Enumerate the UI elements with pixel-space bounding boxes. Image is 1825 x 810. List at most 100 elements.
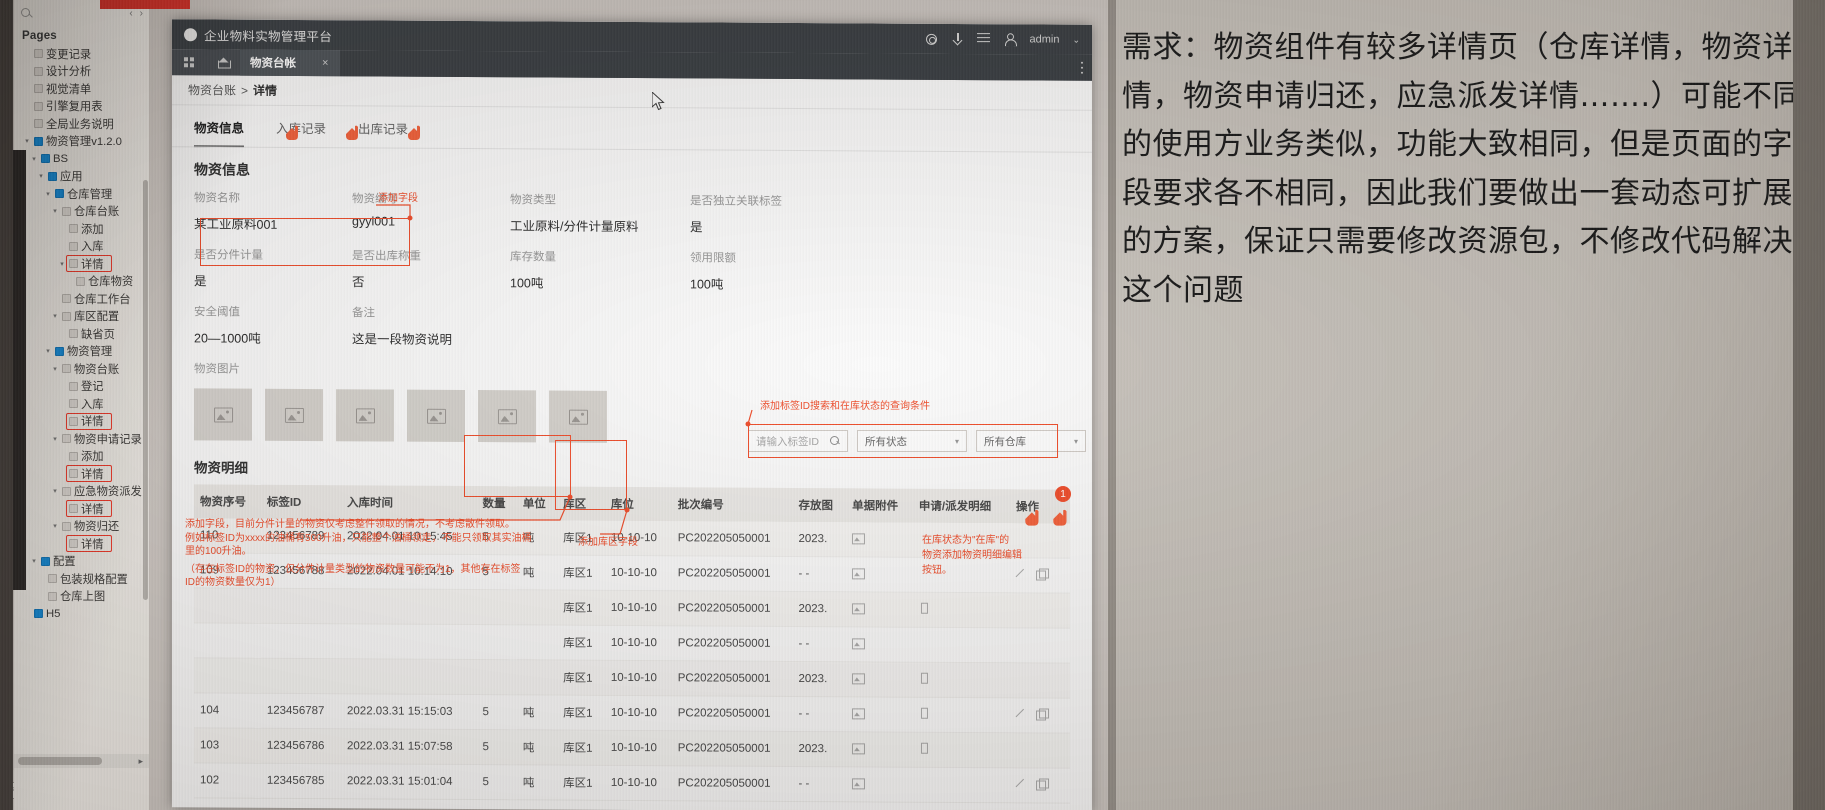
- image-icon[interactable]: [852, 672, 863, 683]
- sidebar-item-24[interactable]: 详情: [16, 465, 147, 483]
- cell-doc[interactable]: [846, 556, 913, 593]
- chevron-down-icon[interactable]: ▾: [51, 207, 59, 215]
- sidebar-collapse-controls[interactable]: ‹ ›: [129, 8, 143, 19]
- cell-apply[interactable]: [912, 592, 1010, 628]
- sidebar-item-16[interactable]: 缺省页: [16, 325, 147, 343]
- cell-apply[interactable]: [912, 732, 1010, 768]
- sidebar-item-7[interactable]: ▾ 应用: [16, 168, 147, 186]
- chevron-down-icon[interactable]: ▾: [30, 557, 38, 565]
- copy-icon[interactable]: [1036, 778, 1047, 789]
- tag-id-search-input[interactable]: 请输入标签ID: [748, 430, 848, 452]
- sidebar-item-17[interactable]: ▾ 物资管理: [16, 343, 147, 361]
- breadcrumb-parent[interactable]: 物资台账: [188, 81, 236, 98]
- sidebar-item-18[interactable]: ▾ 物资台账: [16, 360, 147, 378]
- sidebar-item-0[interactable]: 变更记录: [16, 45, 147, 63]
- cell-doc[interactable]: [846, 766, 913, 803]
- close-icon[interactable]: ×: [322, 57, 328, 69]
- sidebar-item-28[interactable]: 详情: [16, 535, 147, 553]
- sidebar-item-1[interactable]: 设计分析: [16, 63, 147, 81]
- prototype-app-window[interactable]: 企业物料实物管理平台 admin ⌄ 物资台帐 × 物资台账 > 详情 物资信息…: [172, 19, 1092, 810]
- chevron-left-icon[interactable]: ‹: [129, 8, 132, 19]
- chevron-down-icon[interactable]: ▾: [51, 487, 59, 495]
- cell-doc[interactable]: [846, 591, 913, 628]
- sidebar-item-27[interactable]: ▾ 物资归还: [16, 518, 147, 536]
- header-actions[interactable]: admin ⌄: [925, 32, 1080, 46]
- edit-icon[interactable]: [1016, 708, 1027, 719]
- chevron-down-icon[interactable]: ▾: [58, 260, 66, 268]
- cell-op[interactable]: [1009, 767, 1070, 804]
- table-row[interactable]: 103 123456786 2022.03.31 15:07:58 5 吨库区1 10-1…: [194, 727, 1070, 769]
- sidebar-item-6[interactable]: ▾ BS: [16, 150, 147, 168]
- tab-outbound-records[interactable]: 出库记录: [358, 118, 408, 148]
- file-icon[interactable]: [919, 673, 930, 684]
- user-icon[interactable]: [1003, 33, 1016, 46]
- file-icon[interactable]: [919, 603, 930, 614]
- status-select[interactable]: 所有状态 ▾: [857, 430, 967, 452]
- tab-material-ledger[interactable]: 物资台帐 ×: [240, 49, 341, 77]
- sidebar-item-25[interactable]: ▾ 应急物资派发: [16, 483, 147, 501]
- sidebar-item-31[interactable]: 仓库上图: [16, 588, 147, 606]
- image-icon[interactable]: [852, 742, 863, 753]
- sidebar-item-10[interactable]: 添加: [16, 220, 147, 238]
- chevron-down-icon[interactable]: ▾: [30, 155, 38, 163]
- chevron-right-icon-small[interactable]: ▸: [138, 756, 143, 767]
- sidebar-item-3[interactable]: 引擎复用表: [16, 98, 147, 116]
- sidebar-item-20[interactable]: 入库: [16, 395, 147, 413]
- chevron-down-icon[interactable]: ▾: [37, 172, 45, 180]
- image-icon[interactable]: [852, 777, 863, 788]
- warehouse-select[interactable]: 所有仓库 ▾: [976, 430, 1086, 452]
- menu-icon[interactable]: [977, 32, 991, 46]
- cell-doc[interactable]: [846, 661, 913, 698]
- file-icon[interactable]: [919, 743, 930, 754]
- search-icon[interactable]: [830, 436, 840, 446]
- sidebar-item-26[interactable]: 详情: [16, 500, 147, 518]
- more-options-icon[interactable]: [1080, 55, 1083, 81]
- table-row[interactable]: 库区1 10-10-10 PC202205050001- -: [194, 622, 1070, 664]
- sidebar-scrollbar[interactable]: [143, 180, 148, 600]
- sidebar-item-11[interactable]: 入库: [16, 238, 147, 256]
- sidebar-footer-bar[interactable]: ▸: [14, 754, 149, 768]
- sidebar-item-29[interactable]: ▾ 配置: [16, 553, 147, 571]
- chevron-down-icon[interactable]: ▾: [51, 312, 59, 320]
- download-icon[interactable]: [951, 32, 964, 45]
- image-icon[interactable]: [852, 532, 863, 543]
- table-row[interactable]: 库区1 10-10-10 PC202205050001 2023.: [194, 587, 1070, 629]
- cell-doc[interactable]: [846, 696, 913, 733]
- chevron-down-icon[interactable]: ▾: [51, 522, 59, 530]
- cell-apply[interactable]: [912, 697, 1010, 733]
- cell-doc[interactable]: [846, 626, 913, 663]
- table-row[interactable]: 库区1 10-10-10 PC202205050001 2023.: [194, 657, 1070, 699]
- table-row[interactable]: 102 123456785 2022.03.31 15:01:04 5 吨库区1 10-1…: [194, 762, 1070, 804]
- copy-icon[interactable]: [1036, 708, 1047, 719]
- pages-sidebar[interactable]: ‹ › Pages 变更记录 设计分析 视觉清单 引擎复用表 全局业务说明 ▾ 物资管理v1…: [14, 0, 149, 810]
- home-icon[interactable]: [206, 57, 240, 67]
- image-thumbnail[interactable]: [478, 390, 536, 443]
- file-icon[interactable]: [919, 708, 930, 719]
- image-thumbnail[interactable]: [336, 389, 394, 442]
- chevron-down-icon[interactable]: ▾: [44, 347, 52, 355]
- image-thumbnail[interactable]: [194, 388, 252, 441]
- apps-grid-icon[interactable]: [172, 57, 206, 68]
- sidebar-item-5[interactable]: ▾ 物资管理v1.2.0: [16, 133, 147, 151]
- sidebar-item-22[interactable]: ▾ 物资申请记录: [16, 430, 147, 448]
- chevron-down-icon[interactable]: ⌄: [1072, 34, 1080, 45]
- image-icon[interactable]: [852, 602, 863, 613]
- cell-apply[interactable]: [912, 662, 1010, 698]
- sidebar-item-13[interactable]: 仓库物资: [16, 273, 147, 291]
- sidebar-item-15[interactable]: ▾ 库区配置: [16, 308, 147, 326]
- image-thumbnail[interactable]: [407, 389, 465, 442]
- image-icon[interactable]: [852, 707, 863, 718]
- sidebar-item-9[interactable]: ▾ 仓库台账: [16, 203, 147, 221]
- page-tree[interactable]: 变更记录 设计分析 视觉清单 引擎复用表 全局业务说明 ▾ 物资管理v1.2.0 ▾ BS ▾ 应用…: [14, 45, 149, 623]
- sidebar-item-23[interactable]: 添加: [16, 448, 147, 466]
- search-icon[interactable]: [20, 7, 33, 20]
- image-thumbnail[interactable]: [549, 390, 607, 443]
- chevron-down-icon[interactable]: ▾: [44, 190, 52, 198]
- image-thumbnail[interactable]: [265, 388, 323, 442]
- sidebar-item-19[interactable]: 登记: [16, 378, 147, 396]
- chevron-down-icon[interactable]: ▾: [23, 137, 31, 145]
- tab-material-info[interactable]: 物资信息: [194, 117, 245, 148]
- sidebar-item-21[interactable]: 详情: [16, 412, 147, 431]
- cell-doc[interactable]: [846, 522, 913, 558]
- chevron-right-icon[interactable]: ›: [140, 8, 143, 19]
